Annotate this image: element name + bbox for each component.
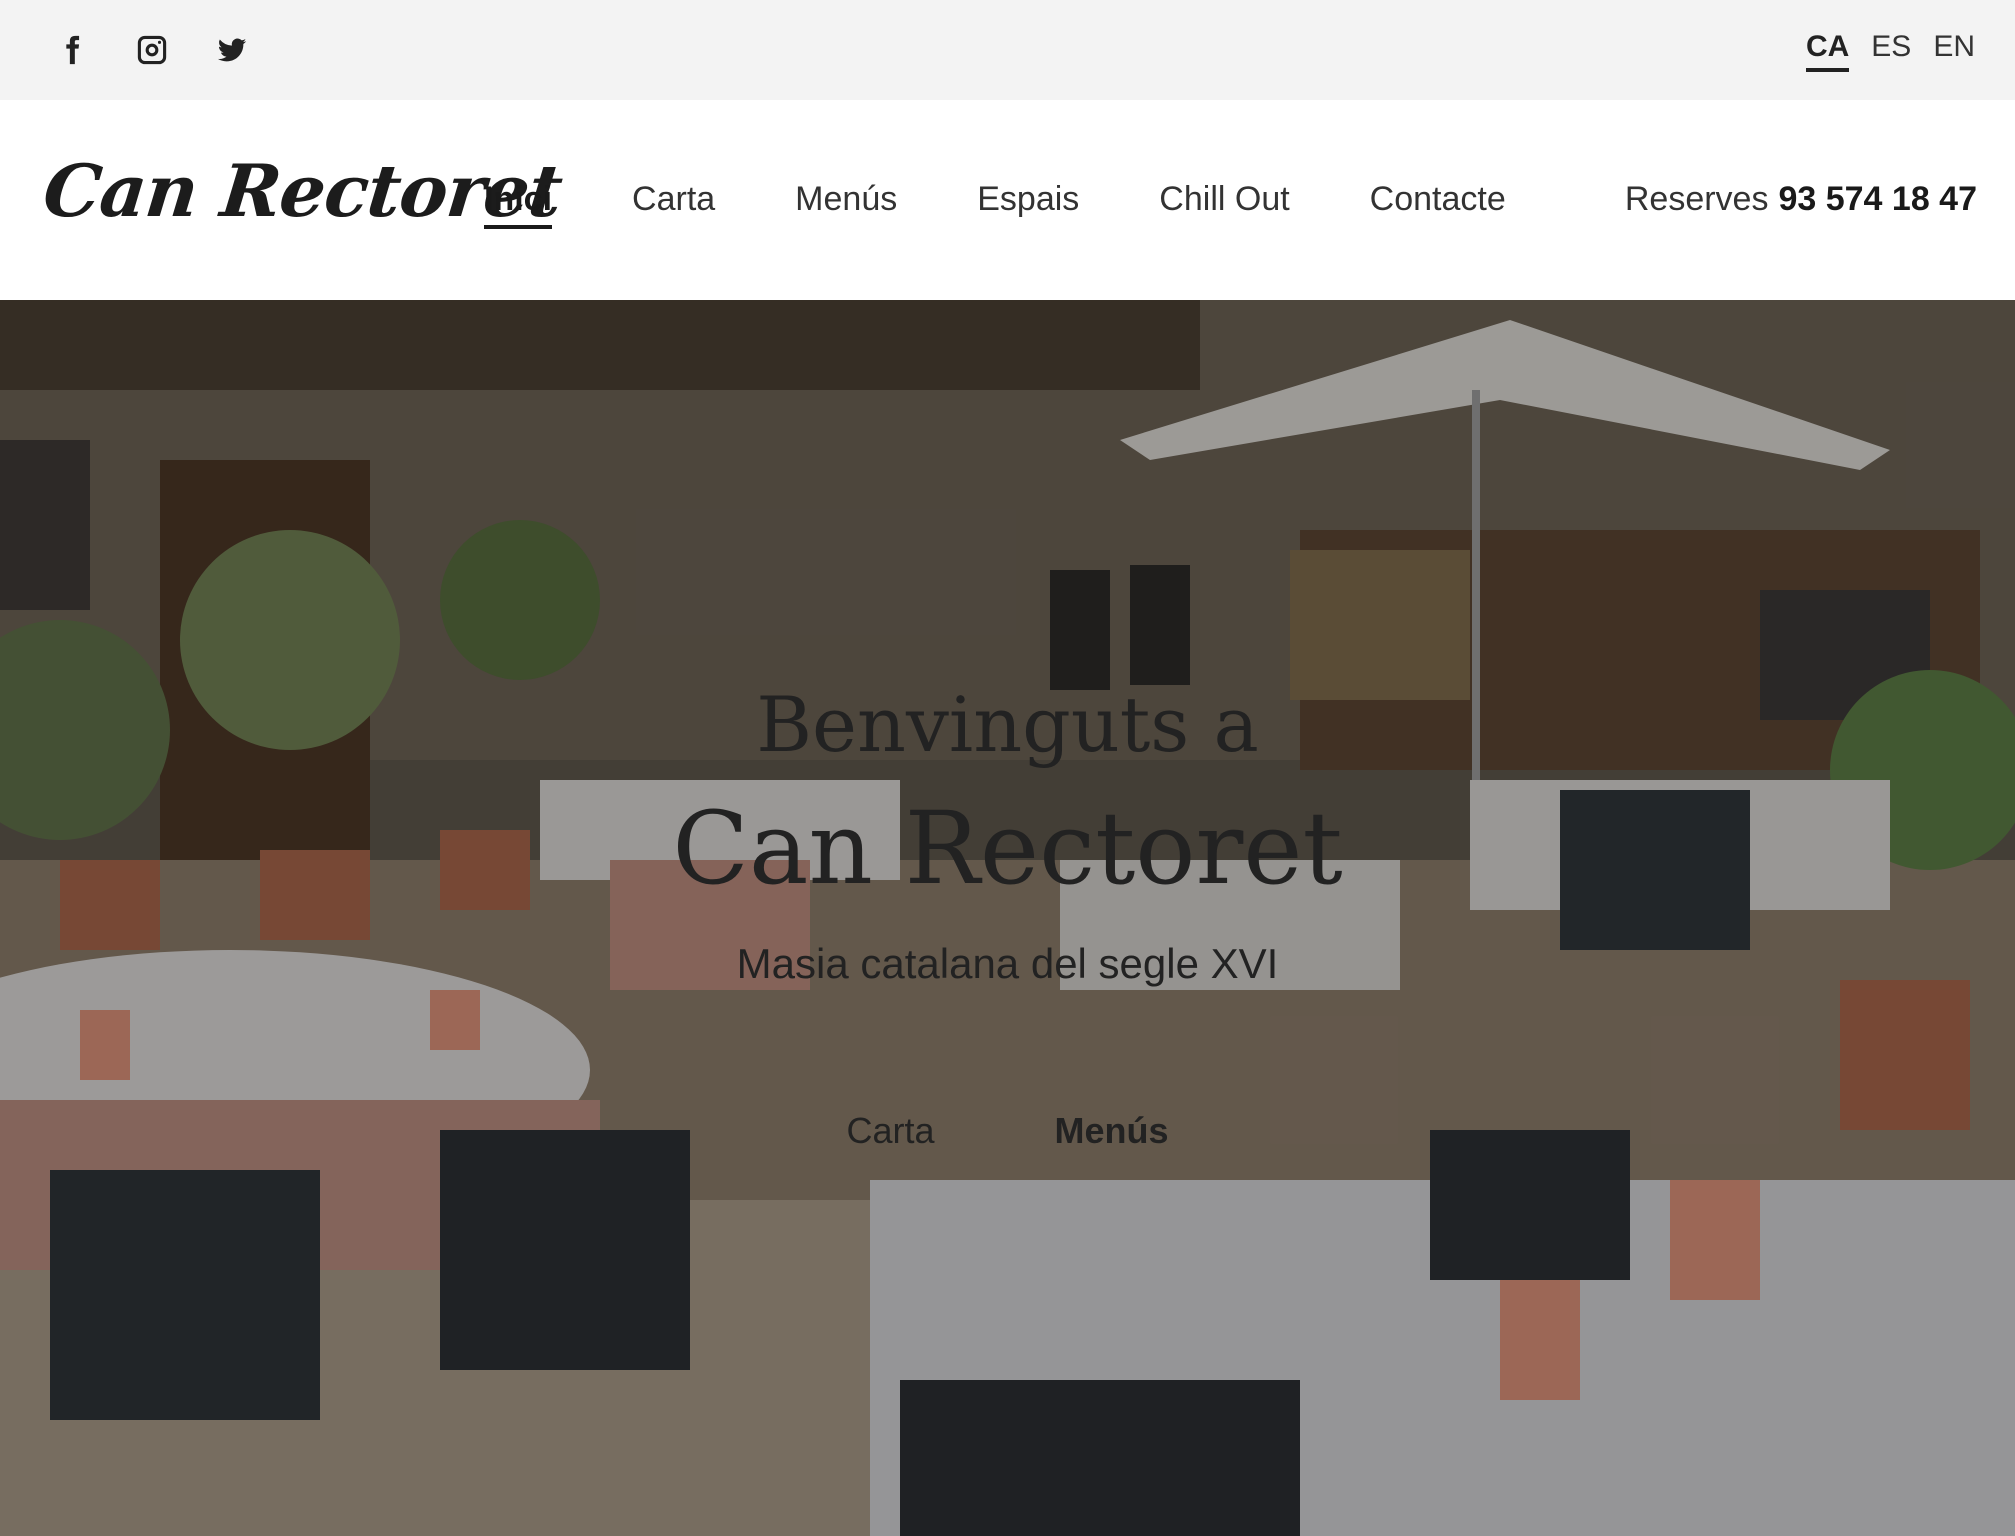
- lang-ca[interactable]: CA: [1805, 30, 1850, 72]
- twitter-icon[interactable]: [212, 30, 252, 70]
- nav-item-contacte[interactable]: Contacte: [1370, 180, 1506, 229]
- nav-item-espais[interactable]: Espais: [977, 180, 1079, 229]
- facebook-icon[interactable]: [52, 30, 92, 70]
- hero-overlay: [0, 300, 2015, 1536]
- top-bar: CA ES EN: [0, 0, 2015, 100]
- social-links: [52, 30, 252, 70]
- hero-welcome: Benvinguts a: [756, 680, 1259, 769]
- hero-links: Carta Menús: [0, 1110, 2015, 1152]
- reservations: Reserves 93 574 18 47: [1625, 180, 1977, 219]
- hero-link-carta[interactable]: Carta: [846, 1110, 934, 1152]
- nav-item-carta[interactable]: Carta: [632, 180, 715, 229]
- nav-item-chill-out[interactable]: Chill Out: [1159, 180, 1289, 229]
- main-nav: Inici Carta Menús Espais Chill Out Conta…: [484, 180, 1586, 229]
- hero-title: Can Rectoret: [672, 790, 1343, 907]
- lang-es[interactable]: ES: [1871, 30, 1911, 72]
- lang-en[interactable]: EN: [1933, 30, 1975, 72]
- instagram-icon[interactable]: [132, 30, 172, 70]
- reserve-label: Reserves: [1624, 180, 1769, 218]
- site-header: Can Rectoret Inici Carta Menús Espais Ch…: [0, 100, 2015, 300]
- nav-item-menus[interactable]: Menús: [795, 180, 897, 229]
- hero-link-menus[interactable]: Menús: [1055, 1110, 1169, 1152]
- hero-banner: Benvinguts a Can Rectoret Masia catalana…: [0, 300, 2015, 1536]
- language-switcher: CA ES EN: [1805, 30, 1975, 72]
- reserve-phone-link[interactable]: 93 574 18 47: [1778, 180, 1977, 218]
- nav-item-inici[interactable]: Inici: [484, 180, 553, 229]
- hero-tagline: Masia catalana del segle XVI: [736, 940, 1279, 987]
